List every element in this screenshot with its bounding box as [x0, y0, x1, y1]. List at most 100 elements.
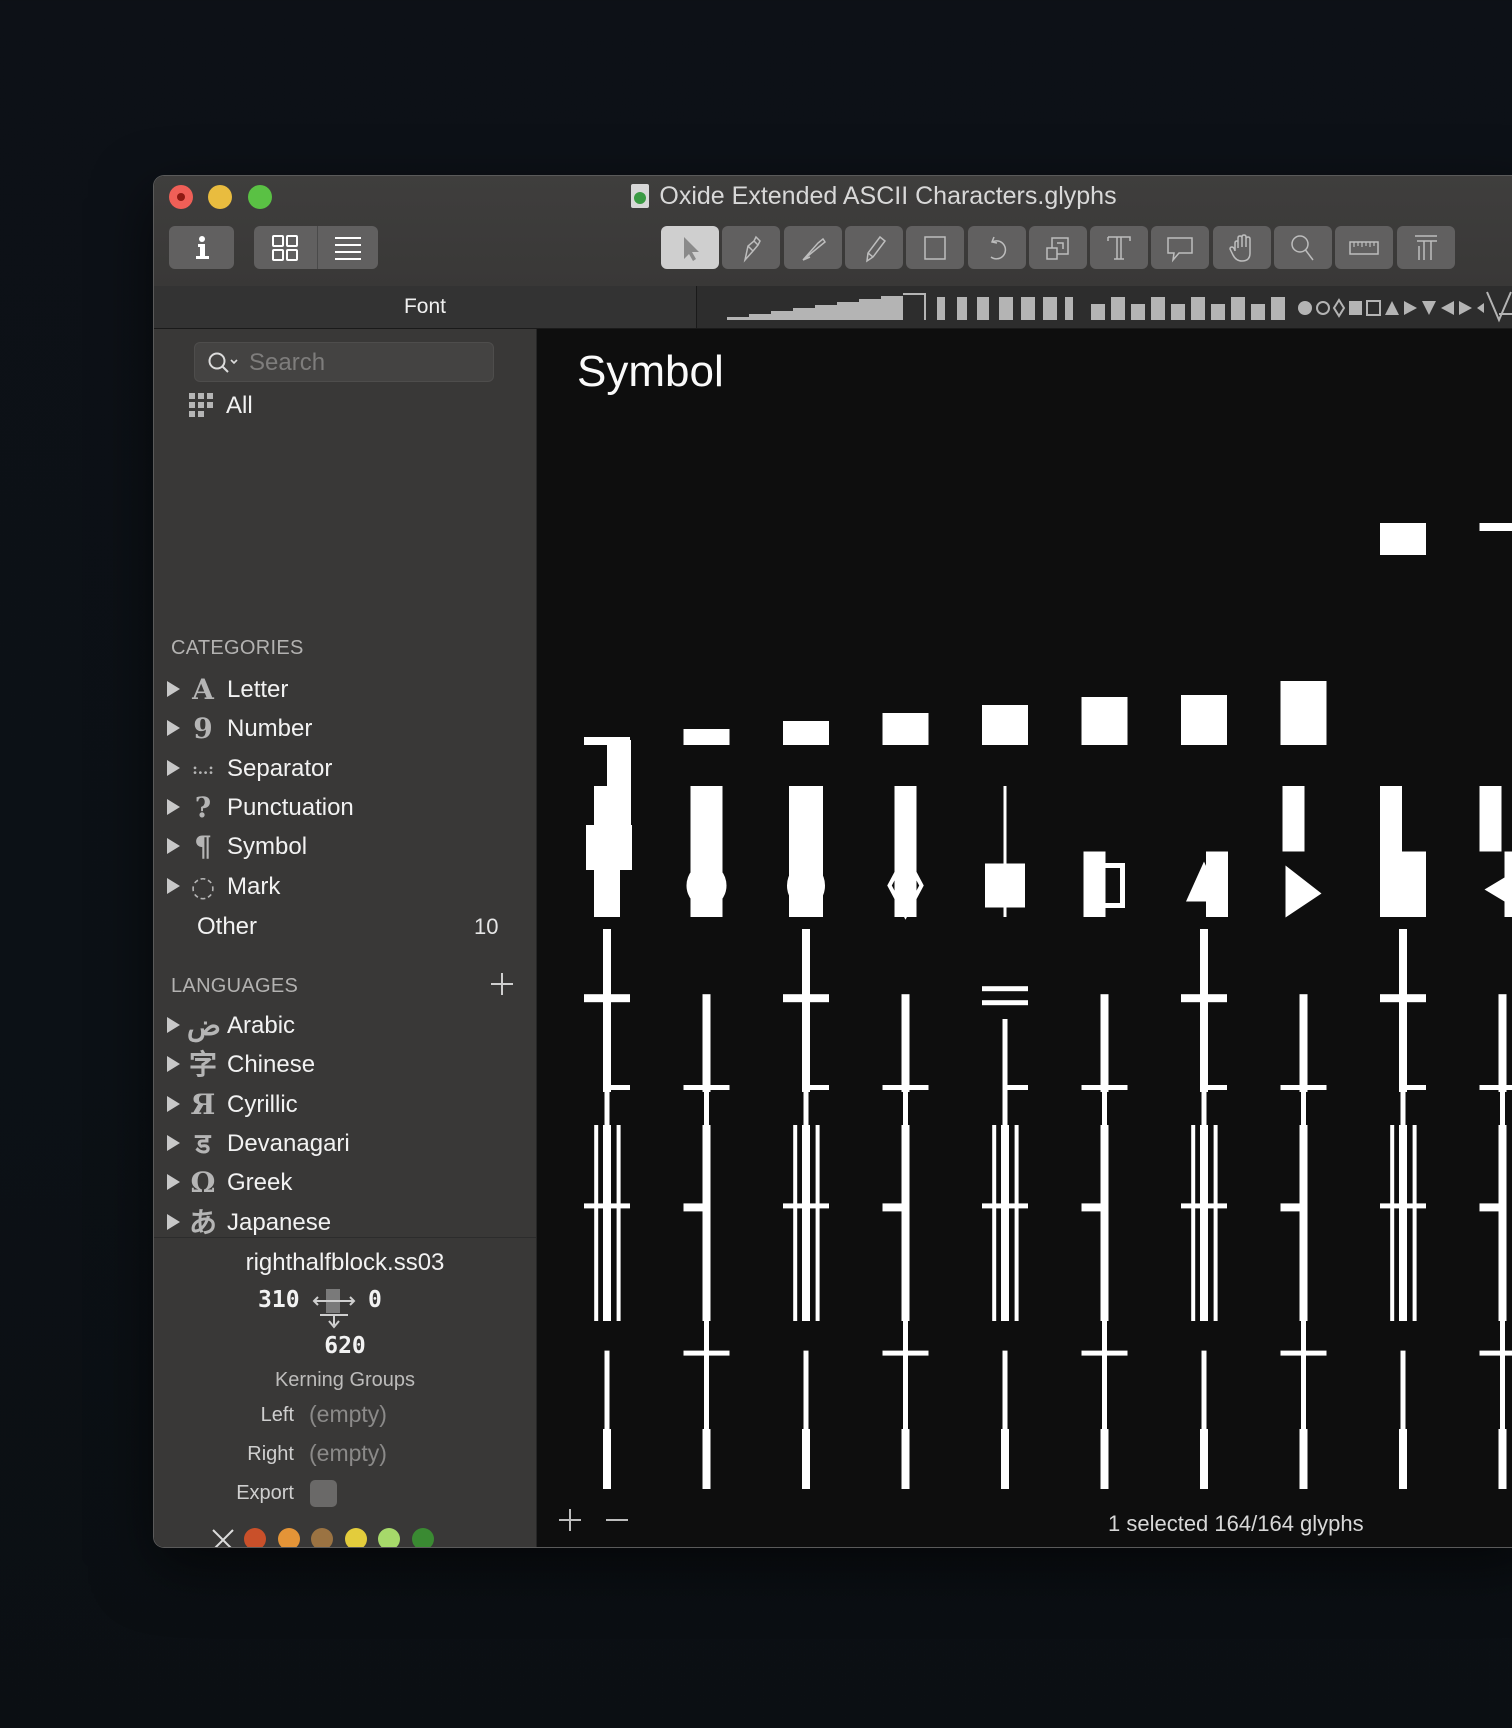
- add-glyph-button[interactable]: [557, 1507, 583, 1533]
- sidebar-item-devanagari[interactable]: ड Devanagari: [154, 1126, 536, 1162]
- sidebar-item-separator[interactable]: :..: Separator: [154, 751, 536, 787]
- preview-glyph: [1316, 301, 1330, 315]
- glyph-cell-blackcircle[interactable]: [686, 863, 727, 908]
- sidebar-item-japanese[interactable]: あ Japanese: [154, 1205, 536, 1241]
- list-view-button[interactable]: [318, 226, 378, 269]
- glyph-cell-upheavyhorizontal[interactable]: [1181, 1125, 1227, 1321]
- glyph-cell-blackrighttriangle[interactable]: [1285, 865, 1322, 918]
- disclosure-triangle-icon: [167, 838, 180, 855]
- glyph-cell-lowerblock8[interactable]: [1280, 681, 1327, 745]
- glyph-cell-lightverticalheavyhorizontal[interactable]: [1299, 1429, 1327, 1489]
- glyph-cell-quadupleft[interactable]: [1282, 786, 1305, 852]
- preview-glyph: [1131, 304, 1145, 320]
- sidebar-item-all[interactable]: All: [154, 385, 536, 421]
- grid-view-button[interactable]: [254, 226, 316, 269]
- hand-tool[interactable]: [1212, 226, 1271, 269]
- add-language-button[interactable]: [490, 972, 514, 996]
- color-label-swatch[interactable]: [244, 1528, 266, 1547]
- color-label-swatch[interactable]: [378, 1528, 400, 1547]
- glyph-cell-doublehorizontal[interactable]: [982, 986, 1028, 1006]
- glyph-cell-lowerblock3[interactable]: [783, 721, 829, 745]
- annotation-tool[interactable]: [1151, 226, 1210, 269]
- hand-icon: [1228, 233, 1251, 262]
- knife-tool[interactable]: [783, 226, 842, 269]
- scale-tool[interactable]: [1028, 226, 1087, 269]
- glyph-cell-lowerblock6[interactable]: [1081, 697, 1128, 745]
- glyph-cell-lightdownheavyleftcross[interactable]: [1100, 1429, 1128, 1489]
- glyph-cell-lowerblock5[interactable]: [982, 705, 1028, 745]
- sidebar-item-number[interactable]: 9 Number: [154, 711, 536, 747]
- pencil-tool[interactable]: [844, 226, 903, 269]
- remove-glyph-button[interactable]: [604, 1507, 630, 1533]
- glyph-cell-lightverticalhorizontal[interactable]: [1479, 1271, 1512, 1470]
- rotate-tool[interactable]: [967, 226, 1026, 269]
- sidebar-item-symbol[interactable]: ¶ Symbol: [154, 829, 536, 865]
- glyph-cell-lightverticalhorizontaltall[interactable]: [702, 1429, 730, 1489]
- color-label-swatch[interactable]: [411, 1528, 434, 1547]
- tab-font[interactable]: Font: [154, 286, 697, 328]
- color-label-swatch[interactable]: [311, 1528, 333, 1547]
- glyph-cell-quadupright_lowleft_lowright[interactable]: [586, 740, 632, 870]
- preview-glyph: [903, 293, 926, 320]
- preview-glyph: [749, 314, 771, 320]
- sidebar-item-cyrillic[interactable]: Я Cyrillic: [154, 1087, 536, 1123]
- color-label-swatch[interactable]: [344, 1528, 367, 1547]
- glyph-cell-lighthorizontalheavyleft[interactable]: [1380, 1125, 1426, 1321]
- glyph-width[interactable]: 620: [154, 1333, 536, 1359]
- glyph-cell-blacksquare[interactable]: [985, 863, 1025, 908]
- glyph-cell-upheavyleftlight[interactable]: [1479, 1019, 1512, 1184]
- glyph-cell-lightverticalrightheavy[interactable]: [901, 1429, 929, 1489]
- color-label-swatch[interactable]: [277, 1528, 300, 1547]
- search-input[interactable]: [247, 343, 491, 383]
- glyph-cell-lowerblock4[interactable]: [882, 713, 929, 745]
- glyph-cell-lightverticalheavyleft[interactable]: [1498, 1429, 1512, 1489]
- glyph-cell-heavyverticalleft[interactable]: [982, 1125, 1028, 1321]
- sidebar-item-letter[interactable]: A Letter: [154, 672, 536, 708]
- pen-tool[interactable]: [722, 226, 781, 269]
- export-checkbox[interactable]: [310, 1480, 337, 1507]
- right-sidebearing[interactable]: 0: [368, 1287, 382, 1313]
- rectangle-icon: [924, 235, 946, 260]
- glyph-cell-upperhalfblock[interactable]: [1380, 523, 1426, 555]
- rectangle-tool[interactable]: [906, 226, 965, 269]
- glyph-preview-strip[interactable]: [699, 286, 1512, 328]
- number-icon: 9: [193, 712, 213, 746]
- measurement-tool[interactable]: [1335, 226, 1394, 269]
- left-sidebearing[interactable]: 310: [258, 1287, 300, 1313]
- sidebar-item-greek[interactable]: Ω Greek: [154, 1165, 536, 1201]
- glyph-cell-lightverticalleftdown[interactable]: [982, 1429, 1028, 1489]
- sidebar-item-arabic[interactable]: ض Arabic: [154, 1008, 536, 1044]
- preview-glyph: [957, 297, 967, 320]
- preview-glyph: [999, 297, 1013, 320]
- preview-glyph: [1422, 301, 1436, 315]
- glyph-cell-lightverticaltall[interactable]: [584, 1429, 630, 1489]
- sidebar-item-mark[interactable]: ◌ Mark: [154, 869, 536, 905]
- preview-glyph: [1441, 301, 1454, 315]
- preview-glyph: [1251, 304, 1265, 320]
- info-button[interactable]: [169, 226, 234, 269]
- select-tool[interactable]: [661, 226, 719, 269]
- glyph-cell-lightverticalleftheavy[interactable]: [783, 1429, 829, 1489]
- glyph-cell-lightdoubledashvertical[interactable]: [783, 1125, 829, 1321]
- disclosure-triangle-icon: [167, 720, 180, 737]
- search-field[interactable]: [194, 342, 494, 383]
- glyph-cell-upperblock1[interactable]: [1479, 523, 1512, 531]
- right-kerning-group-field[interactable]: (empty): [309, 1440, 387, 1467]
- glyph-cell-lightupheavyright[interactable]: [1181, 1429, 1227, 1489]
- metrics-tool[interactable]: [1396, 226, 1455, 269]
- sidebar-item-punctuation[interactable]: ? Punctuation: [154, 790, 536, 826]
- preview-glyph: [1271, 297, 1285, 320]
- clear-color-label-button[interactable]: [211, 1528, 235, 1547]
- glyph-cell-lowerblock2[interactable]: [683, 729, 730, 745]
- glyph-cell-downsingleleftdouble[interactable]: [584, 1125, 630, 1321]
- text-tool[interactable]: [1090, 226, 1149, 269]
- zoom-tool[interactable]: [1274, 226, 1332, 269]
- glyph-cell-lightupheavyhorizontal[interactable]: [1380, 1429, 1426, 1489]
- disclosure-triangle-icon: [167, 1213, 180, 1230]
- sidebar-item-other[interactable]: Other 10: [154, 909, 536, 945]
- glyph-cell-lowerblock7[interactable]: [1181, 695, 1227, 745]
- left-kerning-group-field[interactable]: (empty): [309, 1401, 387, 1428]
- glyph-name[interactable]: righthalfblock.ss03: [154, 1249, 536, 1277]
- sidebar-item-chinese[interactable]: 字 Chinese: [154, 1047, 536, 1083]
- preview-glyph: [727, 317, 749, 320]
